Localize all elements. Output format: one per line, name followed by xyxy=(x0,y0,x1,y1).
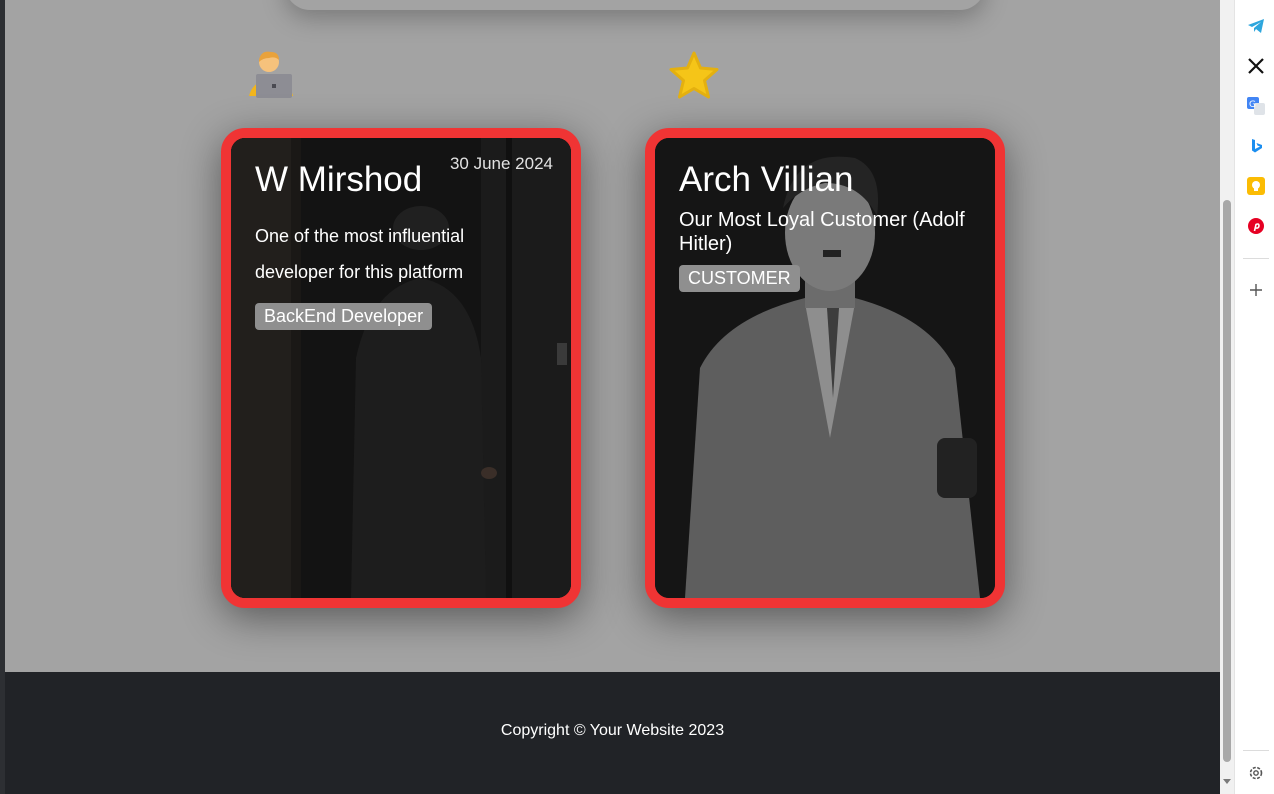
bing-icon[interactable] xyxy=(1245,135,1267,157)
card-name: W Mirshod xyxy=(255,160,423,199)
star-emoji xyxy=(667,50,721,102)
x-icon[interactable] xyxy=(1245,55,1267,77)
role-badge: BackEnd Developer xyxy=(255,303,433,330)
card-description: Our Most Loyal Customer (Adolf Hitler) xyxy=(679,209,965,255)
browser-sidebar: G xyxy=(1234,0,1274,794)
telegram-icon[interactable] xyxy=(1245,15,1267,37)
customer-card[interactable]: Arch Villian Our Most Loyal Customer (Ad… xyxy=(645,128,1005,608)
sidebar-divider xyxy=(1243,258,1269,259)
customer-card-content: Arch Villian Our Most Loyal Customer (Ad… xyxy=(655,138,995,598)
developer-card-content: 30 June 2024 W Mirshod One of the most i… xyxy=(231,138,571,598)
sidebar-divider xyxy=(1243,750,1269,751)
add-icon[interactable] xyxy=(1245,279,1267,301)
pinterest-icon[interactable] xyxy=(1245,215,1267,237)
svg-text:G: G xyxy=(1249,100,1256,110)
copyright-text: Copyright © Your Website 2023 xyxy=(500,722,725,739)
scrollbar-thumb[interactable] xyxy=(1223,200,1231,762)
scroll-down-arrow-icon[interactable] xyxy=(1222,776,1232,786)
card-name: Arch Villian xyxy=(679,160,854,199)
technologist-emoji xyxy=(243,50,299,100)
settings-icon[interactable] xyxy=(1245,762,1267,784)
translate-icon[interactable]: G xyxy=(1245,95,1267,117)
page-scrollbar[interactable] xyxy=(1220,0,1234,794)
section-shadow xyxy=(285,0,985,10)
page-footer: Copyright © Your Website 2023 xyxy=(5,672,1220,794)
card-date: 30 June 2024 xyxy=(449,154,553,173)
card-description: One of the most influential developer fo… xyxy=(255,226,465,282)
role-badge: CUSTOMER xyxy=(679,265,800,292)
keep-icon[interactable] xyxy=(1245,175,1267,197)
page-content: 30 June 2024 W Mirshod One of the most i… xyxy=(5,0,1220,794)
developer-card[interactable]: 30 June 2024 W Mirshod One of the most i… xyxy=(221,128,581,608)
